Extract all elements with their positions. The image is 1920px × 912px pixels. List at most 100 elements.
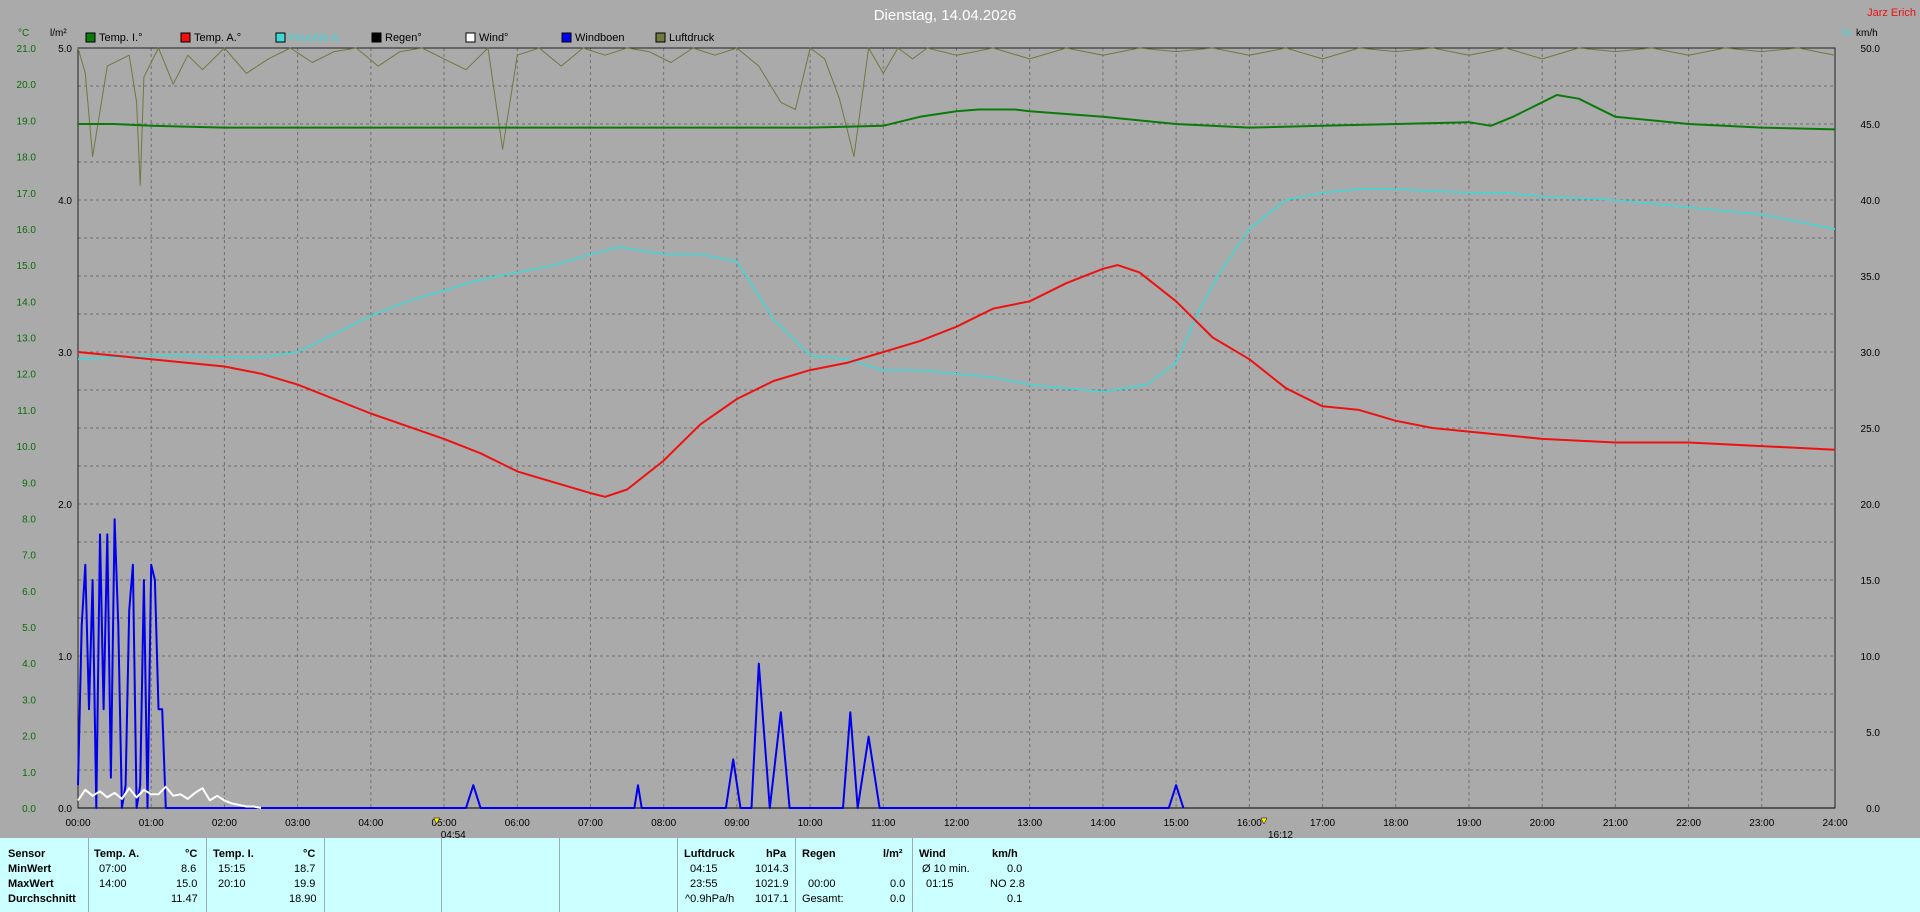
temp-tick-label: 7.0 <box>22 551 36 562</box>
x-tick-label: 09:00 <box>724 818 749 829</box>
marker-label: 04:54 <box>441 830 466 838</box>
legend-label: Windboen <box>575 32 625 44</box>
pressure-trend: ^0.9hPa/h <box>685 893 735 905</box>
rain-total: 0.0 <box>890 893 906 905</box>
wind-header: Wind <box>919 848 946 860</box>
x-tick-label: 21:00 <box>1603 818 1628 829</box>
grid-lines <box>78 48 1835 808</box>
wind-tick-label: 5.0 <box>1866 728 1880 739</box>
wind-tick-label: 15.0 <box>1861 576 1881 587</box>
wind-tick-label: 35.0 <box>1861 272 1881 283</box>
unit-rain: l/m² <box>50 28 67 39</box>
temp-i-min: 18.7 <box>294 863 316 875</box>
legend-label: Feuchte A. <box>289 32 342 44</box>
x-tick-label: 15:00 <box>1164 818 1189 829</box>
temp-a-avg: 11.47 <box>171 893 198 905</box>
temp-a-min: 8.6 <box>181 863 197 875</box>
temp-tick-label: 12.0 <box>17 370 37 381</box>
pressure-unit: hPa <box>766 848 787 860</box>
legend-label: Temp. A.° <box>194 32 241 44</box>
wind-tick-label: 25.0 <box>1861 424 1881 435</box>
x-tick-label: 08:00 <box>651 818 676 829</box>
rain-header: Regen <box>802 848 836 860</box>
wind-tick-label: 20.0 <box>1861 500 1881 511</box>
wind-avg10: 0.0 <box>1007 863 1023 875</box>
row-label-min: MinWert <box>8 863 52 875</box>
temp-tick-label: 10.0 <box>17 442 37 453</box>
temp-tick-label: 19.0 <box>17 116 37 127</box>
temp-tick-label: 0.0 <box>22 804 36 815</box>
wind-max: NO 2.8 <box>990 878 1025 890</box>
wind-tick-label: 10.0 <box>1861 652 1881 663</box>
legend-swatch <box>655 32 666 43</box>
rain-tick-label: 1.0 <box>58 652 72 663</box>
temp-a-unit: °C <box>185 848 198 860</box>
rain-value: 0.0 <box>890 878 906 890</box>
x-tick-label: 12:00 <box>944 818 969 829</box>
wind-max-time: 01:15 <box>926 878 954 890</box>
x-tick-label: 02:00 <box>212 818 237 829</box>
weather-chart: Dienstag, 14.04.2026 Jarz Erich °C l/m² … <box>17 7 1916 838</box>
unit-humidity: % <box>1842 28 1851 39</box>
stats-table: Sensor MinWert MaxWert Durchschnitt Temp… <box>0 838 1920 912</box>
wind-unit: km/h <box>992 848 1018 860</box>
legend-label: Regen° <box>385 32 422 44</box>
row-label-max: MaxWert <box>8 878 54 890</box>
x-tick-label: 23:00 <box>1749 818 1774 829</box>
legend-label: Temp. I.° <box>99 32 143 44</box>
x-tick-label: 13:00 <box>1017 818 1042 829</box>
x-tick-label: 18:00 <box>1383 818 1408 829</box>
wind-tick-label: 50.0 <box>1861 44 1881 55</box>
temp-a-min-time: 07:00 <box>99 863 127 875</box>
legend-swatch <box>180 32 191 43</box>
x-tick-label: 10:00 <box>798 818 823 829</box>
temp-tick-label: 4.0 <box>22 659 36 670</box>
temp-tick-label: 5.0 <box>22 623 36 634</box>
temp-i-min-time: 15:15 <box>218 863 246 875</box>
x-tick-label: 07:00 <box>578 818 603 829</box>
wind-avg10-label: Ø 10 min. <box>922 863 970 875</box>
marker-flag <box>1260 817 1268 825</box>
unit-wind: km/h <box>1856 28 1878 39</box>
owner-label: Jarz Erich <box>1867 7 1916 19</box>
temp-a-max: 15.0 <box>176 878 198 890</box>
temp-tick-label: 1.0 <box>22 768 36 779</box>
wind-tick-label: 0.0 <box>1866 804 1880 815</box>
legend-swatch <box>85 32 96 43</box>
legend-swatch <box>561 32 572 43</box>
x-tick-label: 00:00 <box>65 818 90 829</box>
x-tick-label: 01:00 <box>139 818 164 829</box>
pressure-header: Luftdruck <box>684 848 735 860</box>
unit-temp: °C <box>18 28 29 39</box>
pressure-max-time: 23:55 <box>690 878 718 890</box>
x-tick-label: 19:00 <box>1456 818 1481 829</box>
temp-tick-label: 16.0 <box>17 225 37 236</box>
temp-tick-label: 17.0 <box>17 189 37 200</box>
wind-tick-label: 30.0 <box>1861 348 1881 359</box>
pressure-max: 1021.9 <box>755 878 789 890</box>
row-label-sensor: Sensor <box>8 848 46 860</box>
x-tick-label: 17:00 <box>1310 818 1335 829</box>
x-tick-label: 03:00 <box>285 818 310 829</box>
temp-a-header: Temp. A. <box>94 848 140 860</box>
temp-tick-label: 2.0 <box>22 732 36 743</box>
rain-total-label: Gesamt: <box>802 893 844 905</box>
temp-a-max-time: 14:00 <box>99 878 127 890</box>
x-tick-label: 11:00 <box>871 818 896 829</box>
chart-title: Dienstag, 14.04.2026 <box>874 7 1017 24</box>
temp-tick-label: 3.0 <box>22 695 36 706</box>
temp-tick-label: 11.0 <box>17 406 36 417</box>
temp-tick-label: 8.0 <box>22 514 36 525</box>
x-tick-label: 14:00 <box>1090 818 1115 829</box>
rain-tick-label: 5.0 <box>58 44 72 55</box>
pressure-min: 1014.3 <box>755 863 789 875</box>
x-tick-label: 06:00 <box>505 818 530 829</box>
rain-tick-label: 0.0 <box>58 804 72 815</box>
x-tick-label: 20:00 <box>1530 818 1555 829</box>
rain-unit: l/m² <box>883 848 903 860</box>
wind-tick-label: 40.0 <box>1861 196 1881 207</box>
temp-tick-label: 21.0 <box>17 44 37 55</box>
rain-time: 00:00 <box>808 878 836 890</box>
legend: Temp. I.° Temp. A.° Feuchte A. Regen° Wind° W… <box>85 32 715 44</box>
wind-avg: 0.1 <box>1007 893 1023 905</box>
